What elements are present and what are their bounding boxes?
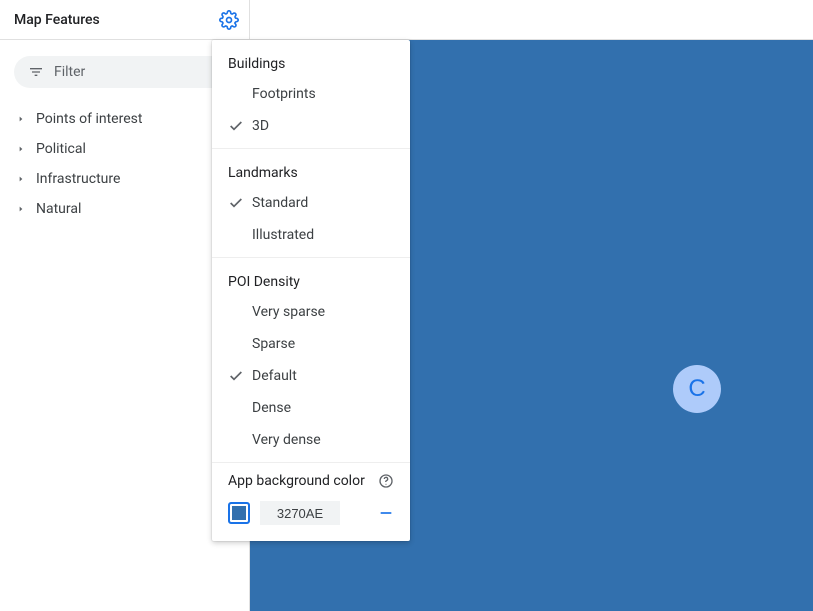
option-label: Standard xyxy=(252,195,308,211)
option-label: Dense xyxy=(252,400,291,416)
caret-right-icon xyxy=(16,114,26,124)
section-title: POI Density xyxy=(212,268,410,296)
option-label: Footprints xyxy=(252,86,316,102)
popover-section: POI Density Very sparse Sparse Default Dense… xyxy=(212,258,410,463)
popover-section: Buildings Footprints 3D xyxy=(212,40,410,149)
option-item[interactable]: Footprints xyxy=(212,78,410,110)
map-marker[interactable]: C xyxy=(673,365,721,413)
option-label: Sparse xyxy=(252,336,295,352)
tree-item-label: Infrastructure xyxy=(36,171,120,187)
section-title: Buildings xyxy=(212,50,410,78)
option-item[interactable]: Illustrated xyxy=(212,219,410,251)
tree-item-label: Points of interest xyxy=(36,111,142,127)
filter-placeholder: Filter xyxy=(54,64,85,80)
option-label: Illustrated xyxy=(252,227,314,243)
option-item[interactable]: 3D xyxy=(212,110,410,142)
popover-section: Landmarks Standard Illustrated xyxy=(212,149,410,258)
tree-item-label: Natural xyxy=(36,201,81,217)
option-item[interactable]: Standard xyxy=(212,187,410,219)
option-label: Very sparse xyxy=(252,304,325,320)
option-label: Default xyxy=(252,368,297,384)
section-title: Landmarks xyxy=(212,159,410,187)
check-icon xyxy=(228,195,252,211)
help-icon[interactable] xyxy=(378,473,394,489)
option-label: 3D xyxy=(252,118,269,134)
color-hex-input[interactable] xyxy=(260,501,340,525)
settings-popover: Buildings Footprints 3D Landmarks Standard Il… xyxy=(212,40,410,541)
caret-right-icon xyxy=(16,174,26,184)
option-item[interactable]: Sparse xyxy=(212,328,410,360)
caret-right-icon xyxy=(16,204,26,214)
sidebar-header: Map Features xyxy=(0,0,249,40)
check-icon xyxy=(228,368,252,384)
caret-right-icon xyxy=(16,144,26,154)
color-swatch[interactable] xyxy=(228,502,250,524)
tree-item-label: Political xyxy=(36,141,86,157)
marker-letter: C xyxy=(688,375,705,403)
check-icon xyxy=(228,118,252,134)
option-label: Very dense xyxy=(252,432,321,448)
gear-icon[interactable] xyxy=(219,10,239,30)
bg-color-label: App background color xyxy=(228,473,365,489)
reset-color-button[interactable] xyxy=(378,505,394,521)
option-item[interactable]: Very sparse xyxy=(212,296,410,328)
background-color-section: App background color xyxy=(212,463,410,533)
option-item[interactable]: Very dense xyxy=(212,424,410,456)
filter-icon xyxy=(28,64,44,80)
filter-input[interactable]: Filter xyxy=(14,56,235,88)
header-strip xyxy=(250,0,813,40)
option-item[interactable]: Dense xyxy=(212,392,410,424)
option-item[interactable]: Default xyxy=(212,360,410,392)
sidebar-title: Map Features xyxy=(14,12,100,28)
